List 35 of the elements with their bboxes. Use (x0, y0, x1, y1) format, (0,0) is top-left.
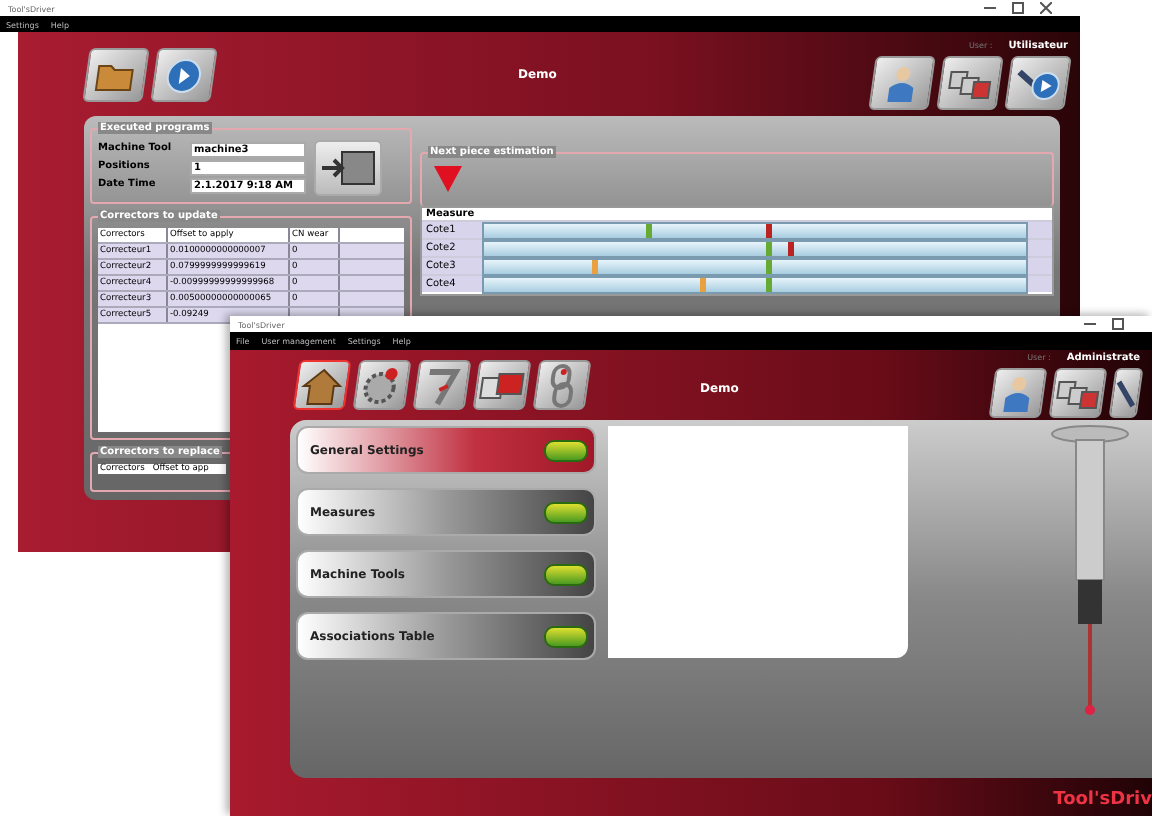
gear-button[interactable] (352, 360, 412, 410)
minimize-icon[interactable] (984, 2, 996, 14)
machines-icon (1053, 377, 1103, 409)
tool-button[interactable] (412, 360, 472, 410)
machine-button[interactable] (472, 360, 532, 410)
play-icon (163, 56, 205, 92)
machine-arrow-icon (318, 148, 378, 188)
machine-icon (477, 369, 527, 401)
person-icon (885, 64, 919, 100)
tool-play-icon (1013, 64, 1063, 100)
pen-icon (1111, 375, 1141, 411)
marker-icon (434, 166, 462, 192)
minimize-icon[interactable] (1084, 318, 1096, 330)
close-icon[interactable] (1040, 2, 1052, 14)
program-button[interactable] (1108, 368, 1144, 418)
person-icon (1001, 375, 1035, 411)
transfer-button[interactable] (314, 140, 382, 196)
machines-icon (945, 66, 995, 98)
machines-button[interactable] (1048, 368, 1108, 418)
machines-button[interactable] (936, 55, 1004, 109)
home-button[interactable] (292, 360, 352, 410)
house-icon (297, 365, 347, 405)
tolerance-mark (592, 259, 599, 273)
user-button[interactable] (988, 368, 1048, 418)
tolerance-mark (700, 277, 707, 291)
program-button[interactable] (1004, 55, 1072, 109)
tolerance-mark (646, 223, 653, 237)
run-button[interactable] (150, 47, 218, 101)
open-button[interactable] (82, 47, 150, 101)
user-button[interactable] (868, 55, 936, 109)
logo: Tool'sDriv (1053, 790, 1152, 810)
tolerance-mark (787, 241, 794, 255)
restore-icon[interactable] (1112, 318, 1124, 330)
link-button[interactable] (532, 360, 592, 410)
restore-icon[interactable] (1012, 2, 1024, 14)
